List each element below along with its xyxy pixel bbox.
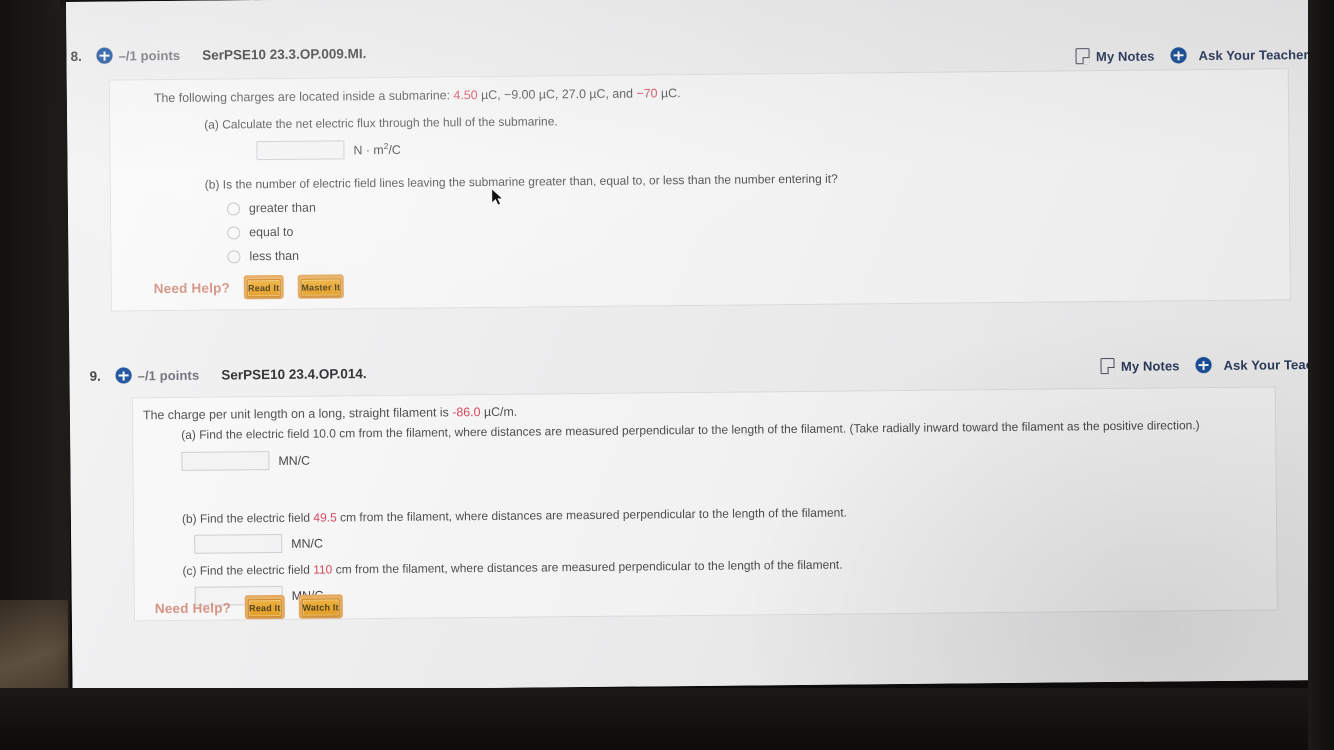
part-a-label: (a) Calculate the net electric flux thro… — [204, 114, 558, 132]
prompt-value-1: -86.0 — [452, 405, 481, 420]
part-b-label: (b) Is the number of electric field line… — [204, 171, 838, 192]
read-it-button[interactable]: Read It — [246, 278, 281, 298]
part-a-answer-row: MN/C — [181, 442, 1243, 471]
prompt-value-2: −70 — [636, 86, 658, 101]
plus-circle-icon — [1170, 47, 1187, 64]
question-9-number: 9. — [89, 368, 101, 384]
question-9-tools: My Notes Ask Your Teacher — [1100, 356, 1325, 375]
question-8-points: –/1 points — [118, 47, 181, 63]
part-b-pre: (b) Find the electric field — [181, 510, 314, 526]
part-a-unit: N · m2/C — [353, 141, 401, 158]
question-8-prompt: The following charges are located inside… — [154, 85, 681, 108]
question-8-card: The following charges are located inside… — [108, 68, 1291, 312]
radio-less-than[interactable] — [227, 249, 241, 263]
prompt-value-1: 4.50 — [453, 88, 478, 103]
mouse-cursor-icon — [491, 188, 504, 206]
my-notes-label: My Notes — [1120, 357, 1180, 374]
webassign-page: 8. –/1 points SerPSE10 23.3.OP.009.MI. M… — [66, 0, 1325, 692]
question-8-help-row: Need Help? Read It Master It — [154, 274, 345, 300]
choice-label: greater than — [248, 200, 316, 216]
choice-label: less than — [249, 248, 300, 264]
question-8-code: SerPSE10 23.3.OP.009.MI. — [202, 45, 367, 63]
prompt-lead: The charge per unit length on a long, st… — [142, 405, 453, 423]
part-a-input[interactable] — [181, 451, 270, 471]
part-b-label: (b) Find the electric field 49.5 cm from… — [182, 500, 1244, 528]
read-it-button-wrap-8[interactable]: Read It — [243, 274, 284, 300]
plus-circle-icon[interactable] — [115, 367, 132, 384]
ask-your-teacher-button-8[interactable]: Ask Your Teacher — [1170, 46, 1309, 64]
part-b-unit: MN/C — [291, 536, 323, 551]
radio-greater-than[interactable] — [226, 201, 241, 215]
unit-rest: /C — [388, 143, 401, 158]
question-9-help-row: Need Help? Read It Watch It — [155, 594, 343, 620]
question-8-number: 8. — [70, 48, 82, 64]
read-it-button[interactable]: Read It — [248, 598, 282, 618]
part-c-post: cm from the filament, where distances ar… — [332, 557, 843, 577]
watch-it-button-wrap-9[interactable]: Watch It — [298, 594, 343, 619]
notes-page-icon — [1100, 357, 1116, 375]
part-b-answer-row: MN/C — [182, 525, 1244, 554]
question-8-tools: My Notes Ask Your Teacher — [1075, 46, 1309, 65]
notes-page-icon — [1075, 48, 1091, 65]
question-9-card: The charge per unit length on a long, st… — [131, 386, 1278, 622]
part-a-input[interactable] — [256, 140, 345, 161]
my-notes-label: My Notes — [1095, 48, 1155, 64]
my-notes-button-8[interactable]: My Notes — [1075, 48, 1155, 65]
part-a-pre: (a) Find the electric field — [181, 426, 313, 442]
plus-circle-icon[interactable] — [96, 47, 113, 64]
part-b-post: cm from the filament, where distances ar… — [336, 505, 848, 525]
plus-circle-icon — [1195, 357, 1212, 374]
question-block-8: 8. –/1 points SerPSE10 23.3.OP.009.MI. M… — [66, 30, 1318, 312]
part-c-value: 110 — [313, 562, 333, 577]
question-9-prompt: The charge per unit length on a long, st… — [143, 404, 517, 426]
question-8-part-a: (a) Calculate the net electric flux thro… — [204, 106, 1204, 161]
question-9-header: 9. –/1 points SerPSE10 23.4.OP.014. — [90, 365, 367, 384]
question-9-part-b: (b) Find the electric field 49.5 cm from… — [182, 500, 1244, 554]
question-9-points: –/1 points — [137, 367, 200, 383]
need-help-label: Need Help? — [154, 599, 232, 616]
part-b-value: 49.5 — [313, 510, 337, 525]
part-a-answer-row: N · m2/C — [204, 132, 1204, 161]
choice-equal-to[interactable]: equal to — [227, 216, 1225, 240]
monitor-bezel-bottom — [0, 688, 1334, 750]
monitor-bezel-right — [1308, 0, 1334, 750]
ask-your-teacher-button-9[interactable]: Ask Your Teacher — [1195, 356, 1325, 374]
need-help-label: Need Help? — [153, 279, 231, 296]
question-9-code: SerPSE10 23.4.OP.014. — [221, 365, 367, 383]
prompt-tail: µC/m. — [480, 404, 518, 420]
choice-greater-than[interactable]: greater than — [226, 192, 1225, 216]
radio-equal-to[interactable] — [227, 225, 241, 239]
my-notes-button-9[interactable]: My Notes — [1100, 357, 1180, 375]
prompt-mid: µC, −9.00 µC, 27.0 µC, and — [477, 86, 637, 103]
watch-it-button[interactable]: Watch It — [301, 598, 340, 617]
part-a-unit: MN/C — [278, 453, 311, 468]
question-8-header: 8. –/1 points SerPSE10 23.3.OP.009.MI. — [70, 45, 366, 64]
ask-your-teacher-label: Ask Your Teacher — [1198, 46, 1309, 63]
read-it-button-wrap-9[interactable]: Read It — [244, 594, 285, 620]
part-a-value: 10.0 — [312, 426, 336, 441]
choice-label: equal to — [249, 224, 294, 240]
master-it-button[interactable]: Master It — [300, 278, 342, 297]
question-block-9: 9. –/1 points SerPSE10 23.4.OP.014. My N… — [69, 348, 1325, 622]
master-it-button-wrap-8[interactable]: Master It — [297, 274, 345, 299]
choice-less-than[interactable]: less than — [227, 240, 1225, 264]
part-c-pre: (c) Find the electric field — [182, 562, 314, 578]
question-8-part-b: (b) Is the number of electric field line… — [205, 166, 1226, 264]
prompt-tail: µC. — [657, 86, 681, 101]
monitor-screen: 8. –/1 points SerPSE10 23.3.OP.009.MI. M… — [66, 0, 1325, 692]
unit-main: N · m — [353, 143, 384, 158]
part-b-input[interactable] — [194, 533, 283, 554]
question-9-part-a: (a) Find the electric field 10.0 cm from… — [181, 416, 1243, 471]
monitor-photo: 8. –/1 points SerPSE10 23.3.OP.009.MI. M… — [0, 0, 1334, 750]
prompt-lead: The following charges are located inside… — [153, 88, 454, 106]
part-c-label: (c) Find the electric field 110 cm from … — [182, 552, 1244, 580]
